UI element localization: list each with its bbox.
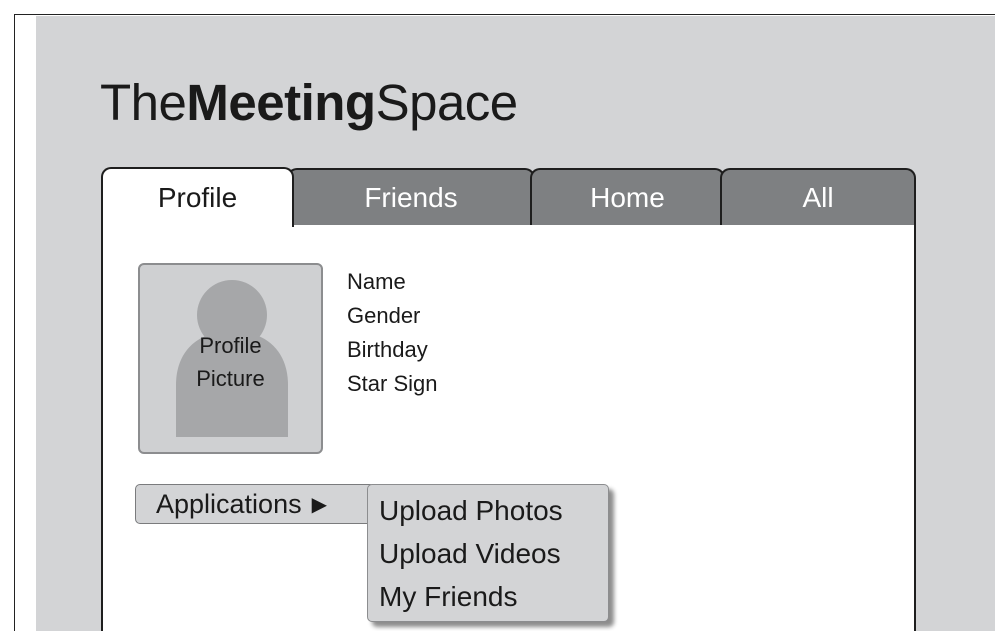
tab-home[interactable]: Home — [530, 168, 725, 226]
profile-picture-label: Profile Picture — [140, 329, 321, 395]
tab-all-label: All — [802, 182, 834, 213]
profile-picture-label-line1: Profile — [199, 333, 262, 358]
triangle-right-icon: ▶ — [311, 493, 327, 516]
profile-picture[interactable]: Profile Picture — [138, 263, 323, 454]
tab-profile-label: Profile — [157, 182, 238, 213]
menu-item-upload-videos[interactable]: Upload Videos — [368, 532, 608, 575]
site-logo[interactable]: TheMeetingSpace — [100, 77, 518, 128]
info-name: Name — [347, 269, 406, 294]
logo-meeting: Meeting — [186, 74, 376, 131]
logo-the: The — [100, 74, 187, 131]
tab-profile[interactable]: Profile — [101, 167, 294, 227]
menu-item-upload-photos[interactable]: Upload Photos — [368, 489, 608, 532]
info-star-sign: Star Sign — [347, 371, 438, 396]
applications-menu: Upload Photos Upload Videos My Friends — [367, 484, 609, 622]
profile-picture-label-line2: Picture — [196, 366, 265, 391]
info-birthday: Birthday — [347, 337, 428, 362]
logo-space: Space — [375, 74, 519, 131]
info-gender: Gender — [347, 303, 421, 328]
menu-item-my-friends[interactable]: My Friends — [368, 575, 608, 618]
tab-friends[interactable]: Friends — [287, 168, 535, 226]
tab-friends-label: Friends — [364, 182, 458, 213]
applications-button[interactable]: Applications ▶ — [135, 484, 375, 524]
tab-all[interactable]: All — [720, 168, 916, 226]
applications-label: Applications — [156, 488, 302, 519]
profile-info-list: Name Gender Birthday Star Sign — [347, 265, 438, 401]
tab-home-label: Home — [590, 182, 665, 213]
